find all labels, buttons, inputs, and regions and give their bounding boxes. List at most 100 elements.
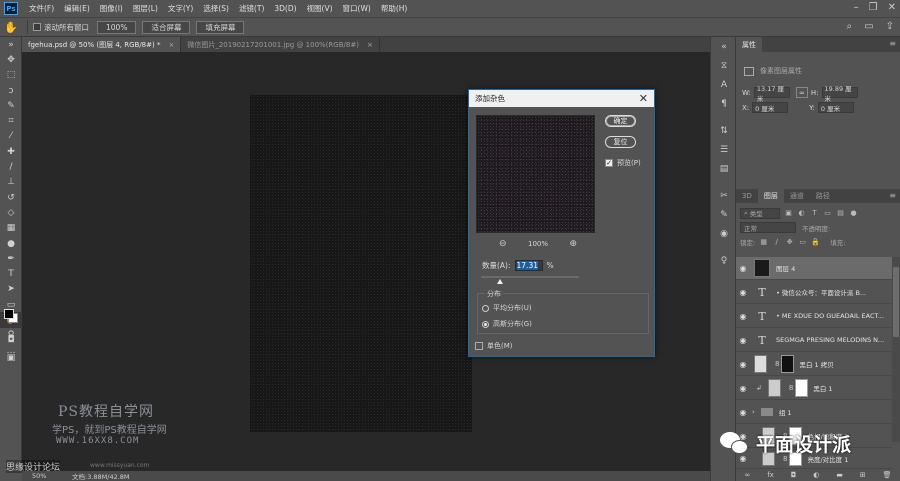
visibility-eye-icon[interactable]: ◉	[736, 384, 750, 393]
layer-row[interactable]: ◉ 8 黑白 1 拷贝	[736, 353, 892, 376]
close-tab-icon[interactable]: ×	[168, 41, 174, 49]
visibility-eye-icon[interactable]: ◉	[736, 360, 750, 369]
tab-wechat-image[interactable]: 微信图片_20190217201001.jpg @ 100%(RGB/8#) ×	[181, 37, 380, 52]
filter-adjust-icon[interactable]: ◐	[797, 209, 806, 218]
gradient-tool-icon[interactable]: ▦	[0, 221, 22, 236]
layer-row[interactable]: ◉ ↲ 8 黑白 1	[736, 377, 892, 400]
delete-layer-icon[interactable]: 🗑	[883, 471, 892, 479]
preview-checkbox[interactable]: ✓	[605, 159, 613, 167]
lock-pixels-icon[interactable]: ▦	[759, 237, 768, 246]
healing-brush-icon[interactable]: ✚	[0, 144, 22, 159]
layers-scrollbar[interactable]	[892, 257, 900, 442]
layer-row[interactable]: ◉ T SEGMGA PRESING MELODINS N...	[736, 329, 892, 352]
tools-icon[interactable]: ✂	[711, 186, 737, 205]
close-icon[interactable]: ✕	[639, 92, 648, 105]
restore-icon[interactable]: ❐	[869, 2, 878, 13]
learn-icon[interactable]: ♀	[711, 251, 737, 270]
gaussian-radio[interactable]	[482, 320, 489, 328]
tab-fgehua[interactable]: fgehua.psd @ 50% (图层 4, RGB/8#) * ×	[22, 37, 182, 52]
tab-3d[interactable]: 3D	[736, 189, 758, 204]
uniform-radio[interactable]	[482, 304, 489, 312]
filter-pixel-icon[interactable]: ▣	[784, 209, 793, 218]
lock-paint-icon[interactable]: /	[772, 237, 781, 246]
ok-button[interactable]: 确定	[605, 115, 636, 127]
menu-select[interactable]: 选择(S)	[198, 3, 234, 14]
menu-image[interactable]: 图像(I)	[95, 3, 128, 14]
screen-mode-icon[interactable]: ▣	[0, 350, 22, 365]
eyedropper-icon[interactable]: ⁄	[0, 129, 22, 144]
amount-slider-thumb[interactable]	[497, 279, 503, 284]
layer-row[interactable]: ◉ › 组 1	[736, 401, 892, 424]
menu-edit[interactable]: 编辑(E)	[59, 3, 95, 14]
add-mask-icon[interactable]: ◘	[791, 471, 797, 479]
hand-tool-icon[interactable]: ✋	[0, 21, 22, 34]
menu-help[interactable]: 帮助(H)	[376, 3, 413, 14]
panel-menu-icon[interactable]: ≡	[889, 39, 896, 48]
crop-tool-icon[interactable]: ⌗	[0, 113, 22, 128]
chain-icon[interactable]: 8	[789, 384, 793, 392]
fill-screen-button[interactable]: 填充屏幕	[196, 20, 245, 34]
lock-move-icon[interactable]: ✥	[785, 237, 794, 246]
pen-tool-icon[interactable]: ✒	[0, 251, 22, 266]
layer-row[interactable]: ◉ 图层 4	[736, 257, 892, 280]
lock-artboard-icon[interactable]: ▭	[798, 237, 807, 246]
visibility-eye-icon[interactable]: ◉	[736, 336, 750, 345]
filter-kind-select[interactable]: ⌕ 类型	[740, 207, 780, 219]
noise-preview[interactable]	[476, 115, 595, 233]
eraser-tool-icon[interactable]: ◇	[0, 205, 22, 220]
menu-filter[interactable]: 滤镜(T)	[234, 3, 269, 14]
scroll-thumb[interactable]	[893, 267, 899, 337]
visibility-eye-icon[interactable]: ◉	[736, 312, 750, 321]
visibility-eye-icon[interactable]: ◉	[736, 288, 750, 297]
marquee-tool-icon[interactable]: ⬚	[0, 68, 22, 83]
swatches-icon[interactable]: ▤	[711, 159, 737, 178]
channels-icon[interactable]: ◉	[711, 224, 737, 243]
foreground-color-swatch[interactable]	[4, 309, 14, 319]
reset-button[interactable]: 复位	[605, 136, 636, 148]
new-adjustment-icon[interactable]: ◐	[813, 471, 819, 479]
filter-shape-icon[interactable]: ▭	[823, 209, 832, 218]
path-select-icon[interactable]: ➤	[0, 282, 22, 297]
paragraph-icon[interactable]: ¶	[711, 94, 737, 113]
menu-view[interactable]: 视图(V)	[302, 3, 338, 14]
visibility-eye-icon[interactable]: ◉	[736, 264, 750, 273]
close-tab-icon[interactable]: ×	[367, 41, 373, 49]
monochromatic-checkbox[interactable]	[475, 342, 483, 350]
filter-type-icon[interactable]: T	[810, 209, 819, 218]
menu-window[interactable]: 窗口(W)	[338, 3, 376, 14]
adjustments-icon[interactable]: ⇅	[711, 121, 737, 140]
new-group-icon[interactable]: ▬	[836, 471, 843, 479]
layer-row[interactable]: ◉ T • ME XDUE DO GUEADAIL EACT...	[736, 305, 892, 328]
zoom-out-icon[interactable]: ⊖	[499, 239, 507, 249]
filter-smart-icon[interactable]: ▤	[836, 209, 845, 218]
layer-style-icon[interactable]: fx	[767, 471, 774, 479]
lasso-tool-icon[interactable]: ↄ	[0, 83, 22, 98]
close-window-icon[interactable]: ✕	[888, 2, 896, 13]
y-field[interactable]: 0 厘米	[817, 102, 854, 113]
properties-icon[interactable]: ☰	[711, 140, 737, 159]
history-icon[interactable]: ⧖	[711, 56, 737, 75]
dialog-titlebar[interactable]: 添加杂色 ✕	[469, 90, 654, 107]
blend-mode-select[interactable]: 正常	[740, 222, 796, 233]
zoom-100-button[interactable]: 100%	[97, 20, 137, 34]
type-tool-icon[interactable]: T	[0, 266, 22, 281]
zoom-in-icon[interactable]: ⊕	[569, 239, 577, 249]
monochromatic-row[interactable]: 单色(M)	[475, 341, 513, 351]
width-field[interactable]: 13.17 厘米	[753, 85, 790, 103]
filter-toggle-icon[interactable]: ●	[849, 209, 858, 218]
layer-row[interactable]: ◉ T • 微信公众号：平面设计派 B...	[736, 281, 892, 304]
gaussian-radio-row[interactable]: 高斯分布(G)	[482, 319, 532, 329]
menu-type[interactable]: 文字(Y)	[163, 3, 198, 14]
status-zoom[interactable]: 50%	[32, 472, 72, 480]
lock-all-icon[interactable]: 🔒	[811, 237, 820, 246]
document-canvas[interactable]	[250, 95, 472, 432]
fit-screen-button[interactable]: 适合屏幕	[142, 20, 191, 34]
menu-file[interactable]: 文件(F)	[24, 3, 59, 14]
amount-input[interactable]: 17.31	[514, 260, 543, 271]
link-layers-icon[interactable]: ∞	[744, 471, 750, 479]
height-field[interactable]: 19.89 厘米	[821, 85, 858, 103]
tab-paths[interactable]: 路径	[810, 189, 836, 204]
dodge-tool-icon[interactable]: ●	[0, 236, 22, 251]
expand-arrow-icon[interactable]: ›	[752, 408, 755, 416]
move-tool-icon[interactable]: ✥	[0, 52, 22, 67]
